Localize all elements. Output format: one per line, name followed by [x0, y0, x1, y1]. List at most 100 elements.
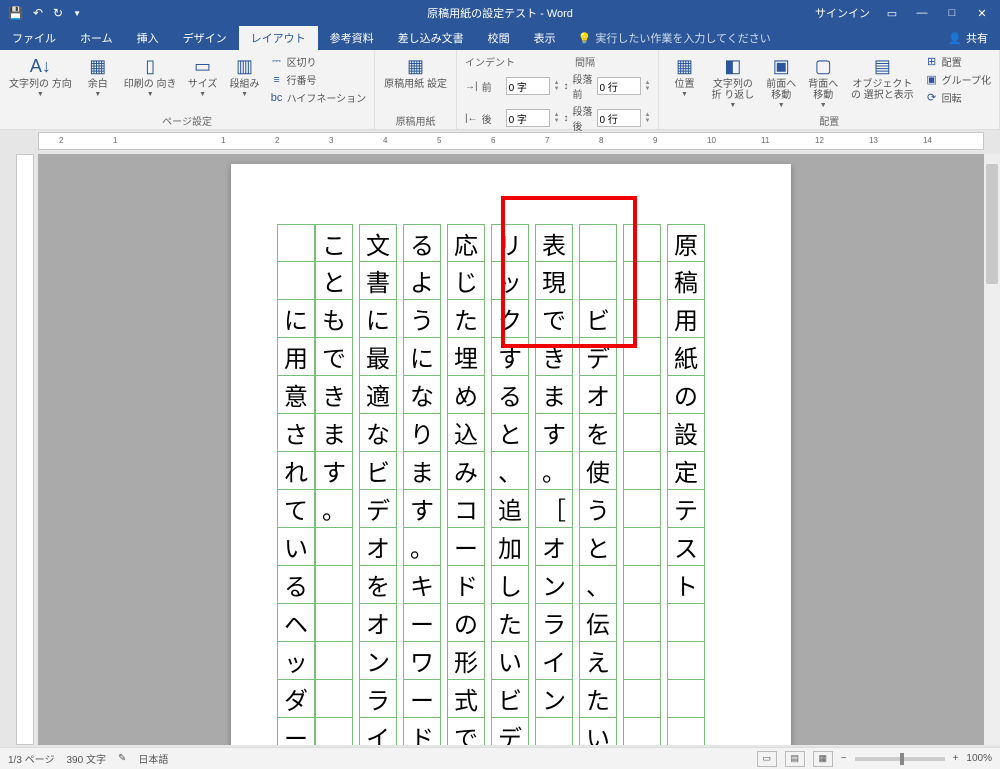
grid-cell: に: [278, 300, 314, 338]
tab-references[interactable]: 参考資料: [318, 26, 386, 50]
grid-cell: 用: [278, 338, 314, 376]
signin-label[interactable]: サインイン: [815, 5, 870, 21]
tell-me[interactable]: 💡実行したい作業を入力してください: [578, 26, 771, 50]
tab-file[interactable]: ファイル: [0, 26, 68, 50]
columns-button[interactable]: ▥段組み▼: [226, 52, 264, 100]
web-layout-button[interactable]: ▦: [813, 751, 833, 767]
save-icon[interactable]: 💾: [8, 6, 23, 20]
spacing-before-input[interactable]: [597, 77, 641, 95]
minimize-button[interactable]: —: [914, 7, 930, 19]
grid-cell: [624, 262, 660, 300]
page-count[interactable]: 1/3 ページ: [8, 751, 54, 766]
tab-home[interactable]: ホーム: [68, 26, 125, 50]
send-backward-button[interactable]: ▢背面へ 移動▼: [804, 52, 842, 111]
margins-button[interactable]: ▦余白▼: [79, 52, 117, 100]
horizontal-ruler[interactable]: 211234567891011121314: [38, 132, 984, 150]
grid-cell: イ: [360, 718, 396, 745]
spacing-after-input[interactable]: [597, 109, 641, 127]
read-mode-button[interactable]: ▭: [757, 751, 777, 767]
grid-cell: を: [580, 414, 616, 452]
rotate-button[interactable]: ⟳回転: [925, 90, 991, 105]
grid-cell: [624, 566, 660, 604]
zoom-slider[interactable]: [855, 757, 945, 761]
group-button[interactable]: ▣グループ化: [925, 72, 991, 87]
vertical-scrollbar[interactable]: [984, 154, 1000, 745]
grid-cell: き: [536, 338, 572, 376]
grid-cell: [668, 680, 704, 718]
redo-icon[interactable]: ↻: [53, 6, 63, 20]
vertical-ruler[interactable]: [16, 154, 34, 745]
grid-cell: [668, 642, 704, 680]
grid-cell: も: [316, 300, 352, 338]
undo-icon[interactable]: ↶: [33, 6, 43, 20]
grid-cell: 形: [448, 642, 484, 680]
zoom-in-button[interactable]: +: [953, 753, 959, 764]
grid-column: 応じた埋め込みコードの形式で: [447, 224, 485, 745]
grid-cell: い: [278, 528, 314, 566]
grid-cell: 埋: [448, 338, 484, 376]
grid-cell: に: [404, 338, 440, 376]
wrap-text-button[interactable]: ◧文字列の折 り返し▼: [707, 52, 758, 111]
indent-before-input[interactable]: [506, 77, 550, 95]
spacing-after-icon: ↕: [564, 113, 569, 124]
grid-cell: 伝: [580, 604, 616, 642]
print-layout-button[interactable]: ▤: [785, 751, 805, 767]
grid-cell: ［: [536, 490, 572, 528]
maximize-button[interactable]: □: [944, 7, 960, 19]
grid-column: [623, 224, 661, 745]
tab-design[interactable]: デザイン: [171, 26, 239, 50]
grid-column: 文書に最適なビデオをオンライ: [359, 224, 397, 745]
grid-cell: ー: [278, 718, 314, 745]
grid-cell: に: [360, 300, 396, 338]
document-area[interactable]: 原稿用紙の設定テストビデオを使うと、伝えたい表現できます。［オンラインリックする…: [38, 154, 984, 745]
tab-review[interactable]: 校閲: [476, 26, 522, 50]
grid-cell: [624, 604, 660, 642]
tab-layout[interactable]: レイアウト: [239, 26, 318, 50]
breaks-button[interactable]: ⎓区切り: [270, 54, 367, 69]
grid-cell: ダ: [278, 680, 314, 718]
bring-forward-button[interactable]: ▣前面へ 移動▼: [762, 52, 800, 111]
grid-cell: ま: [316, 414, 352, 452]
genkoyoshi-settings-button[interactable]: ▦原稿用紙 設定: [381, 52, 450, 92]
indent-after-input[interactable]: [506, 109, 550, 127]
grid-cell: の: [448, 604, 484, 642]
orientation-button[interactable]: ▯印刷の 向き▼: [121, 52, 180, 100]
grid-cell: 原: [668, 224, 704, 262]
grid-cell: [316, 604, 352, 642]
grid-cell: イ: [536, 642, 572, 680]
selection-pane-button[interactable]: ▤オブジェクトの 選択と表示: [846, 52, 918, 103]
grid-cell: 稿: [668, 262, 704, 300]
grid-cell: う: [580, 490, 616, 528]
grid-cell: [316, 680, 352, 718]
tab-mailings[interactable]: 差し込み文書: [386, 26, 476, 50]
text-direction-button[interactable]: A↓文字列の 方向▼: [6, 52, 75, 100]
tab-insert[interactable]: 挿入: [125, 26, 171, 50]
tab-view[interactable]: 表示: [522, 26, 568, 50]
language[interactable]: 日本語: [138, 751, 168, 766]
grid-cell: 追: [492, 490, 528, 528]
grid-cell: ビ: [492, 680, 528, 718]
grid-cell: 文: [360, 224, 396, 262]
linenum-icon: ≡: [270, 73, 284, 87]
margins-icon: ▦: [86, 54, 110, 78]
zoom-out-button[interactable]: −: [841, 753, 847, 764]
qat-dropdown-icon[interactable]: ▼: [73, 9, 81, 18]
size-button[interactable]: ▭サイズ▼: [184, 52, 222, 100]
grid-cell: [278, 262, 314, 300]
close-button[interactable]: ✕: [974, 7, 990, 20]
zoom-level[interactable]: 100%: [966, 753, 992, 764]
grid-cell: の: [668, 376, 704, 414]
grid-cell: る: [404, 224, 440, 262]
ribbon-options-icon[interactable]: ▭: [884, 7, 900, 20]
line-numbers-button[interactable]: ≡行番号: [270, 72, 367, 87]
proofing-icon[interactable]: ✎: [118, 753, 126, 764]
scrollbar-thumb[interactable]: [986, 164, 998, 284]
position-button[interactable]: ▦位置▼: [665, 52, 703, 100]
align-button[interactable]: ⊞配置: [925, 54, 991, 69]
hyphenation-button[interactable]: bcハイフネーション: [270, 90, 367, 105]
grid-cell: 紙: [668, 338, 704, 376]
grid-cell: で: [448, 718, 484, 745]
word-count[interactable]: 390 文字: [66, 751, 105, 766]
share-button[interactable]: 👤共有: [948, 26, 988, 50]
group-arrange: ▦位置▼ ◧文字列の折 り返し▼ ▣前面へ 移動▼ ▢背面へ 移動▼ ▤オブジェ…: [659, 50, 1000, 129]
